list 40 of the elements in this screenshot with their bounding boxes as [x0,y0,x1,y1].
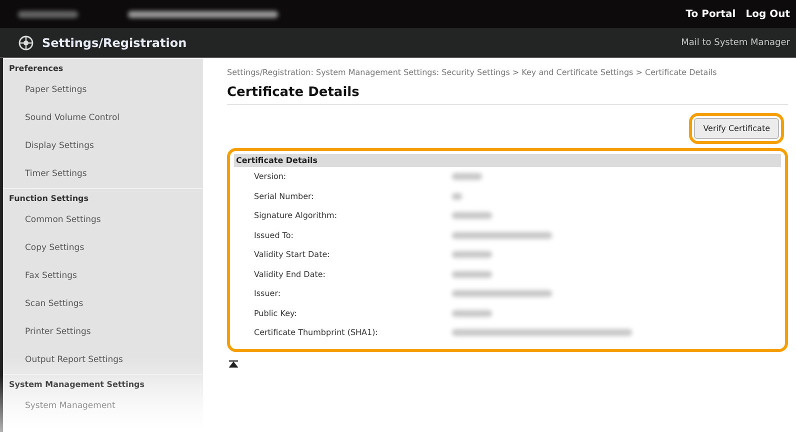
sidebar-item[interactable]: Copy Settings [3,234,203,262]
blurred-value [452,192,462,200]
panel-heading: Certificate Details [234,154,781,167]
header-link[interactable]: To Portal [686,8,736,20]
field-label: Issued To: [254,230,294,240]
field-label: Certificate Thumbprint (SHA1): [254,328,379,338]
gear-logo-icon [18,34,34,50]
field-label: Public Key: [254,308,298,318]
field-label: Serial Number: [254,192,315,201]
blurred-value [452,212,492,220]
field-label: Version: [254,172,288,182]
app-title: Settings/Registration [42,36,187,50]
page-title: Certificate Details [227,85,788,105]
breadcrumb: Settings/Registration: System Management Settings: Security Settings > Key and Certificate Settings > Certificate Details [227,68,718,77]
sidebar-item[interactable]: Printer Settings [3,318,203,346]
blurred-value [452,310,492,317]
field-label: Signature Algorithm: [254,211,338,220]
sidebar-item[interactable]: Timer Settings [3,160,203,188]
field-label: Validity Start Date: [254,250,331,260]
sidebar-heading: Preferences [3,58,203,76]
sidebar-item[interactable]: Sound Volume Control [3,104,203,132]
sidebar-heading: Function Settings [3,188,203,206]
sidebar-item[interactable]: Display Settings [3,132,203,160]
blurred-text [18,10,78,18]
field-label: Validity End Date: [254,270,326,279]
sidebar-item[interactable]: Output Report Settings [3,346,203,374]
field-label: Issuer: [254,289,282,298]
sidebar-item[interactable]: System Management [3,392,203,420]
scroll-to-top-icon[interactable] [229,360,238,368]
sidebar-item[interactable]: Common Settings [3,206,203,234]
blurred-value [452,251,492,258]
blurred-value [452,270,492,278]
sidebar-item[interactable]: Paper Settings [3,76,203,104]
verify-certificate-button[interactable]: Verify Certificate [694,118,779,139]
sidebar-item[interactable]: Scan Settings [3,290,203,318]
header-link[interactable]: Log Out [746,8,790,20]
mail-link[interactable]: Mail to System Manager [681,38,790,48]
blurred-value [452,173,482,180]
sidebar-heading: System Management Settings [3,374,203,392]
sidebar-item[interactable]: Fax Settings [3,262,203,290]
